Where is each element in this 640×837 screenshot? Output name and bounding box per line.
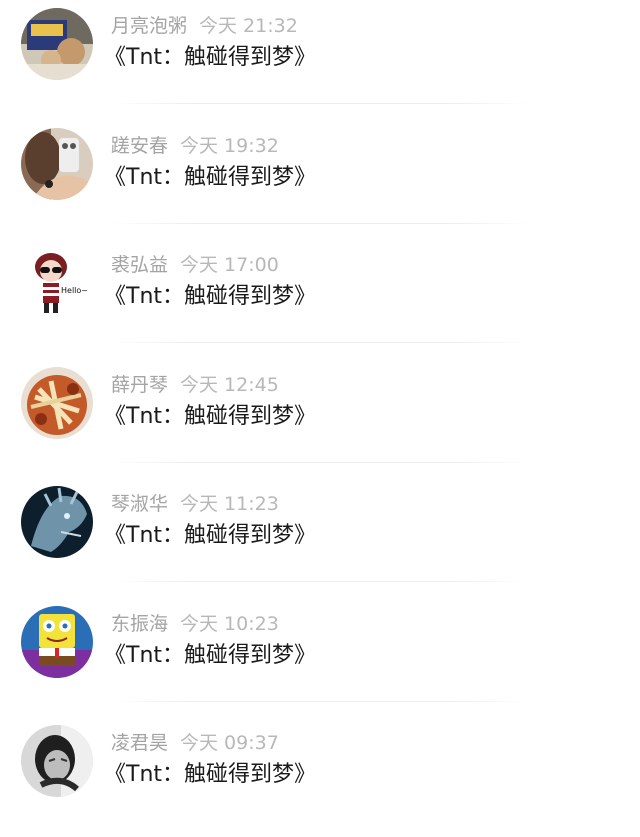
message-text: 《Tnt：触碰得到梦》: [104, 642, 317, 668]
sender-name: 蹉安春: [111, 134, 169, 157]
sender-name: 凌君昊: [111, 732, 169, 754]
message-text: 《Tnt：触碰得到梦》: [104, 762, 317, 787]
sender-name: 东振海: [111, 612, 169, 635]
list-item[interactable]: 蹉安春 今天 19:32 《Tnt：触碰得到梦》: [0, 120, 640, 240]
avatar-sticker-text: Hello~: [61, 286, 88, 295]
sender-name: 薛丹琴: [111, 373, 169, 396]
divider: [111, 342, 530, 343]
sender-name: 月亮泡粥: [111, 15, 188, 37]
dragon-avatar-icon[interactable]: [21, 486, 93, 558]
message-time: 今天 17:00: [180, 254, 279, 276]
list-item[interactable]: 东振海 今天 10:23 《Tnt：触碰得到梦》: [0, 598, 640, 718]
list-item[interactable]: Hello~ 裘弘益 今天 17:00 《Tnt：触碰得到梦》: [0, 239, 640, 359]
message-text: 《Tnt：触碰得到梦》: [104, 164, 317, 190]
message-time: 今天 12:45: [180, 373, 279, 396]
divider: [111, 222, 530, 224]
spongebob-avatar-icon[interactable]: [21, 605, 93, 678]
sender-name: 琴淑华: [111, 493, 169, 515]
message-time: 今天 10:23: [180, 612, 279, 635]
message-time: 今天 11:23: [180, 493, 279, 515]
message-time: 今天 21:32: [199, 15, 298, 37]
list-item[interactable]: 月亮泡粥 今天 21:32 《Tnt：触碰得到梦》: [0, 0, 640, 120]
divider: [111, 581, 530, 582]
cartoon-hello-avatar-icon[interactable]: Hello~: [21, 247, 93, 319]
selfie-avatar-icon[interactable]: [21, 127, 93, 200]
message-time: 今天 09:37: [180, 732, 279, 754]
divider: [111, 461, 530, 463]
message-text: 《Tnt：触碰得到梦》: [104, 523, 317, 548]
divider: [111, 700, 530, 702]
list-item[interactable]: 薛丹琴 今天 12:45 《Tnt：触碰得到梦》: [0, 359, 640, 479]
message-text: 《Tnt：触碰得到梦》: [104, 284, 317, 309]
divider: [111, 103, 530, 104]
sender-name: 裘弘益: [111, 254, 169, 276]
message-text: 《Tnt：触碰得到梦》: [104, 403, 317, 429]
photo-avatar-icon[interactable]: [21, 8, 93, 80]
message-text: 《Tnt：触碰得到梦》: [104, 45, 317, 70]
food-avatar-icon[interactable]: [21, 366, 93, 439]
list-item[interactable]: 凌君昊 今天 09:37 《Tnt：触碰得到梦》: [0, 717, 640, 837]
list-item[interactable]: 琴淑华 今天 11:23 《Tnt：触碰得到梦》: [0, 478, 640, 598]
message-time: 今天 19:32: [180, 134, 279, 157]
bw-portrait-avatar-icon[interactable]: [21, 725, 93, 797]
